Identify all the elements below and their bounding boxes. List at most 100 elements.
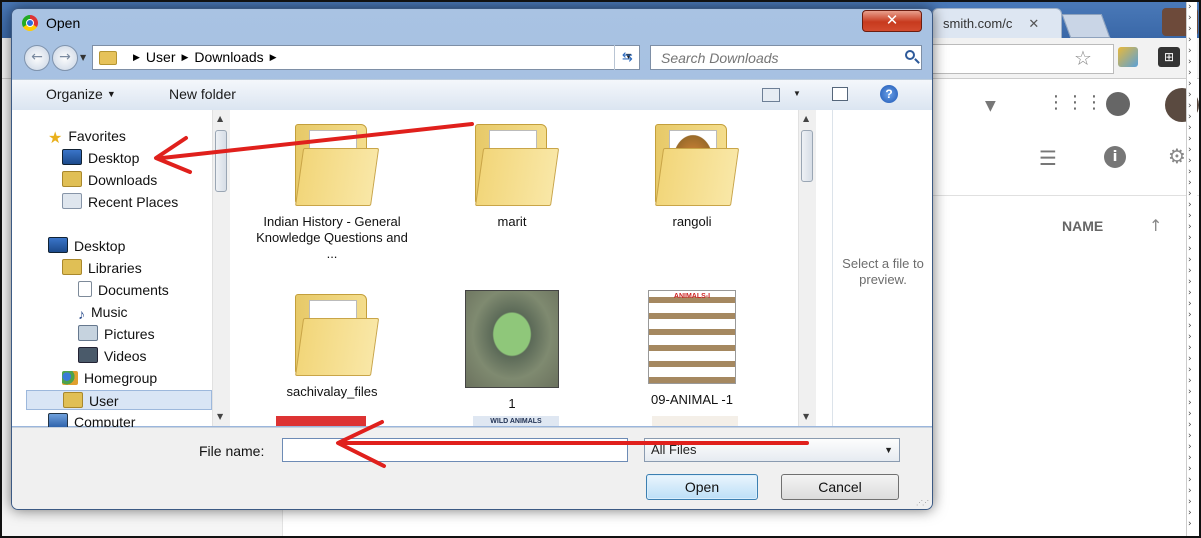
file-name: sachivalay_files xyxy=(286,384,378,399)
scroll-down-icon[interactable]: ▼ xyxy=(217,412,223,421)
nav-videos[interactable]: Videos xyxy=(78,346,147,366)
chrome-icon xyxy=(22,15,38,31)
dialog-titlebar[interactable]: Open ✕ xyxy=(12,9,932,37)
tab-url: smith.com/c xyxy=(943,16,1013,31)
file-name: marit xyxy=(497,214,527,229)
folder-icon xyxy=(291,290,380,376)
scroll-thumb[interactable] xyxy=(215,130,227,192)
folder-icon xyxy=(99,51,117,65)
nav-scrollbar[interactable]: ▲ ▼ xyxy=(212,110,230,426)
apps-grid-icon[interactable]: ⋮⋮⋮ xyxy=(1047,92,1104,113)
homegroup-icon xyxy=(62,371,78,385)
file-item[interactable]: sachivalay_files xyxy=(254,290,410,400)
preview-pane: Select a file to preview. xyxy=(832,110,932,426)
gear-icon[interactable]: ⚙ xyxy=(1168,144,1186,168)
music-icon: ♪ xyxy=(78,306,85,322)
close-button[interactable]: ✕ xyxy=(862,10,922,32)
command-bar: Organize ▼ New folder ▼ ? xyxy=(12,79,932,111)
recent-locations-dropdown[interactable]: ▼ xyxy=(80,53,86,62)
nav-documents[interactable]: Documents xyxy=(78,280,169,300)
back-button[interactable]: ← xyxy=(24,45,50,71)
address-bar[interactable]: ▶ User ▶ Downloads ▶ ▼ xyxy=(92,45,640,70)
scroll-up-icon[interactable]: ▲ xyxy=(217,114,223,123)
nav-pictures[interactable]: Pictures xyxy=(78,324,155,344)
file-name: Indian History - General Knowledge Quest… xyxy=(256,214,408,261)
dialog-footer: File name: All Files ▼ Open Cancel ⋰⋰ xyxy=(12,427,932,509)
organize-button[interactable]: Organize ▼ xyxy=(46,86,116,102)
search-icon[interactable] xyxy=(905,50,915,60)
folder-icon xyxy=(471,120,560,206)
desktop-icon xyxy=(62,149,82,165)
nav-homegroup[interactable]: Homegroup xyxy=(62,368,157,388)
scroll-down-icon[interactable]: ▼ xyxy=(803,412,809,421)
file-name: rangoli xyxy=(672,214,712,229)
chevron-down-icon: ▼ xyxy=(884,445,893,455)
dialog-content: ★ Favorites Desktop Downloads Recent Plac… xyxy=(12,110,932,430)
folder-icon xyxy=(291,120,380,206)
list-view-icon[interactable]: ☰ xyxy=(1039,146,1057,170)
notifications-icon[interactable] xyxy=(1106,92,1130,116)
breadcrumb-item[interactable]: User xyxy=(146,49,176,65)
view-dropdown-icon[interactable]: ▼ xyxy=(793,89,801,98)
nav-desktop[interactable]: Desktop xyxy=(48,236,125,256)
user-folder-icon xyxy=(63,392,83,408)
nav-favorites-desktop[interactable]: Desktop xyxy=(62,148,139,168)
nav-user[interactable]: User xyxy=(26,390,212,410)
partial-thumbnail[interactable] xyxy=(276,416,366,426)
file-list: Indian History - General Knowledge Quest… xyxy=(248,110,814,426)
help-icon[interactable]: ? xyxy=(880,85,898,103)
downloads-icon xyxy=(62,171,82,187)
nav-favorites[interactable]: ★ Favorites xyxy=(48,126,126,147)
new-folder-button[interactable]: New folder xyxy=(169,86,236,102)
open-file-dialog: Open ✕ ← → ▼ ▶User▶Downloads▶ ▼ ⇆ Organi… xyxy=(11,8,933,510)
scroll-thumb[interactable] xyxy=(801,130,813,182)
extension-icon[interactable] xyxy=(1118,47,1138,67)
tab-close-icon[interactable]: ✕ xyxy=(1028,16,1039,31)
file-item[interactable]: rangoli xyxy=(614,120,770,230)
resize-grip[interactable]: ⋰⋰ xyxy=(916,499,929,507)
file-name: 09-ANIMAL -1 xyxy=(651,392,733,407)
search-input[interactable] xyxy=(659,49,883,67)
search-box[interactable] xyxy=(650,45,922,70)
star-icon: ★ xyxy=(48,130,63,147)
nav-libraries[interactable]: Libraries xyxy=(62,258,142,278)
chevron-down-icon: ▼ xyxy=(106,89,116,99)
chevron-down-icon[interactable]: ▼ xyxy=(985,98,996,114)
files-scrollbar[interactable]: ▲ ▼ xyxy=(798,110,816,426)
open-button[interactable]: Open xyxy=(646,474,758,500)
file-item[interactable]: ANIMALS-I 09-ANIMAL -1 xyxy=(614,290,770,408)
right-edge-strip: › › › › › › › › › › › › › › › › › › › › › › › › › › › › › › › › › › › › › › › ›… xyxy=(1186,2,1197,536)
libraries-icon xyxy=(62,259,82,275)
new-tab-button[interactable] xyxy=(1061,14,1111,38)
file-name: 1 xyxy=(508,396,516,411)
file-item[interactable]: Indian History - General Knowledge Quest… xyxy=(254,120,410,262)
screenshot-frame: smith.com/c ✕ ☆ ⊞ ▼ ⋮⋮⋮ ☰ i ⚙ NAME ↑ › › › ›… xyxy=(0,0,1201,538)
preview-message: Select a file to preview. xyxy=(842,256,924,287)
partial-thumbnail[interactable]: WILD ANIMALS xyxy=(473,416,559,426)
view-options-icon[interactable] xyxy=(762,88,780,102)
image-thumbnail: ANIMALS-I xyxy=(648,290,736,384)
scroll-up-icon[interactable]: ▲ xyxy=(803,114,809,123)
nav-music[interactable]: ♪ Music xyxy=(78,302,128,322)
column-header-name[interactable]: NAME xyxy=(1062,218,1103,234)
file-name-input[interactable] xyxy=(282,438,628,462)
sort-arrow-icon[interactable]: ↑ xyxy=(1149,216,1162,235)
file-item[interactable]: 1 xyxy=(434,290,590,412)
bookmark-star-icon[interactable]: ☆ xyxy=(1074,46,1092,70)
info-icon[interactable]: i xyxy=(1104,146,1126,168)
nav-recent-places[interactable]: Recent Places xyxy=(62,192,178,212)
forward-button[interactable]: → xyxy=(52,45,78,71)
breadcrumb-item[interactable]: Downloads xyxy=(194,49,263,65)
nav-downloads[interactable]: Downloads xyxy=(62,170,157,190)
extension-icon-2[interactable]: ⊞ xyxy=(1158,47,1180,67)
file-type-select[interactable]: All Files ▼ xyxy=(644,438,900,462)
refresh-icon[interactable]: ⇆ xyxy=(614,45,640,70)
browser-tab[interactable]: smith.com/c ✕ xyxy=(932,8,1062,38)
partial-thumbnail[interactable] xyxy=(652,416,738,426)
recent-places-icon xyxy=(62,193,82,209)
preview-pane-icon[interactable] xyxy=(832,87,848,101)
file-item[interactable]: marit xyxy=(434,120,590,230)
image-thumbnail xyxy=(465,290,559,388)
cancel-button[interactable]: Cancel xyxy=(781,474,899,500)
pictures-icon xyxy=(78,325,98,341)
